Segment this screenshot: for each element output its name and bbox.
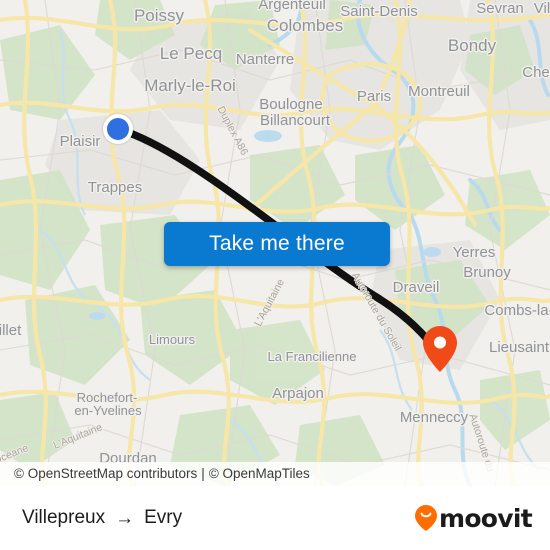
attribution-maptiles[interactable]: © OpenMapTiles <box>209 466 310 481</box>
route-summary: Villepreux → Evry <box>22 507 182 529</box>
moovit-wordmark: moovit <box>438 503 533 533</box>
map-pin-icon <box>423 326 457 372</box>
moovit-pin-icon <box>414 505 437 531</box>
footer-bar: Villepreux → Evry moovit <box>0 486 550 550</box>
map-canvas[interactable]: Poissy Argenteuil Colombes Saint-Denis Sevra… <box>0 0 550 486</box>
moovit-route-card: Poissy Argenteuil Colombes Saint-Denis Sevra… <box>0 0 550 550</box>
arrow-right-icon: → <box>115 507 135 529</box>
route-origin-label: Villepreux <box>22 507 106 528</box>
attribution-separator: | <box>201 466 205 481</box>
take-me-there-button[interactable]: Take me there <box>164 222 390 266</box>
moovit-logo[interactable]: moovit <box>414 503 533 533</box>
attribution-osm[interactable]: © OpenStreetMap contributors <box>14 466 197 481</box>
destination-marker[interactable] <box>423 326 457 372</box>
map-attribution: © OpenStreetMap contributors | © OpenMapTi… <box>0 462 550 486</box>
route-destination-label: Evry <box>144 507 183 528</box>
origin-marker[interactable] <box>103 114 133 144</box>
